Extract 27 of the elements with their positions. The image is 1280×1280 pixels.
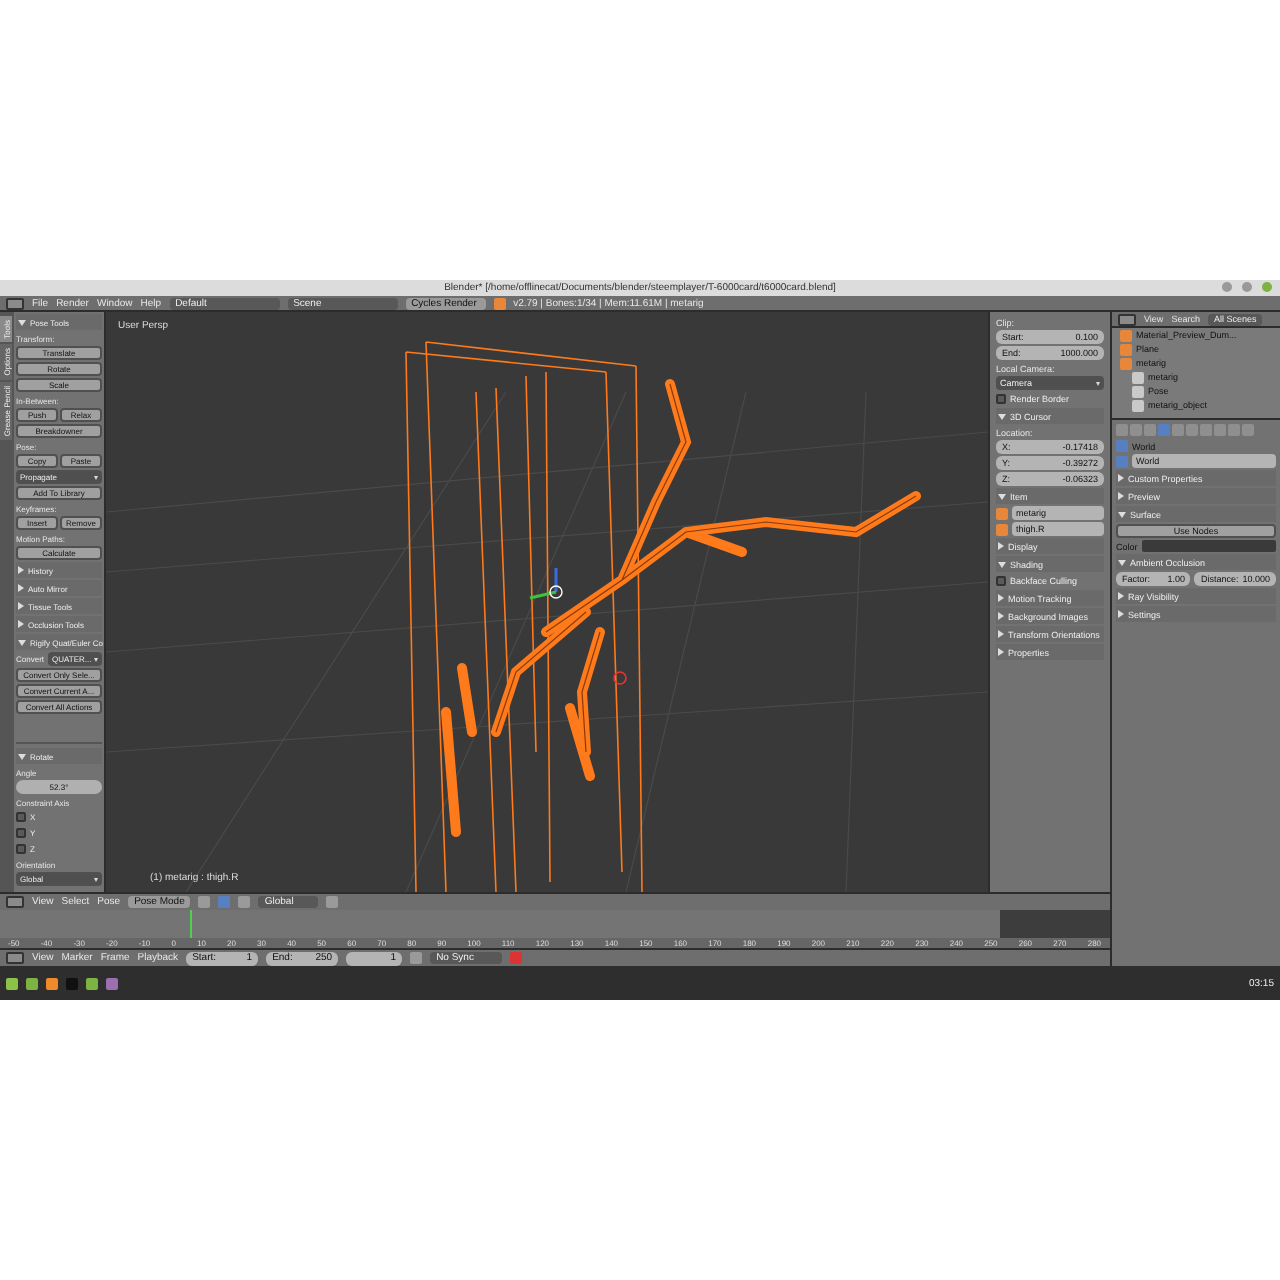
properties-tab-icon[interactable] (1130, 424, 1142, 436)
checkbox[interactable] (16, 812, 26, 822)
properties-tab-icon[interactable] (1186, 424, 1198, 436)
current-frame-line (190, 910, 192, 938)
checkbox[interactable] (16, 828, 26, 838)
color-swatch[interactable] (1141, 540, 1276, 552)
properties-tab-icon[interactable] (1228, 424, 1240, 436)
3d-cursor-icon (613, 671, 627, 685)
minimize-icon[interactable] (1222, 282, 1232, 292)
editor-type-icon[interactable] (6, 896, 24, 908)
properties-tab-icon[interactable] (1116, 424, 1128, 436)
properties-tab-icon[interactable] (1214, 424, 1226, 436)
maximize-icon[interactable] (1242, 282, 1252, 292)
checkbox[interactable] (16, 844, 26, 854)
checkbox[interactable] (996, 394, 1006, 404)
properties-tab-icon[interactable] (1172, 424, 1184, 436)
out-of-range-area (1000, 910, 1110, 938)
transform-gizmo-icon (529, 568, 563, 600)
editor-type-icon[interactable] (6, 952, 24, 964)
properties-tab-icon[interactable] (1242, 424, 1254, 436)
checkbox[interactable] (996, 576, 1006, 586)
editor-type-icon[interactable] (1118, 313, 1136, 325)
close-icon[interactable] (1262, 282, 1272, 292)
editor-type-icon[interactable] (6, 297, 24, 309)
properties-tab-icon[interactable] (1158, 424, 1170, 436)
properties-tab-icon[interactable] (1144, 424, 1156, 436)
properties-tab-icon[interactable] (1200, 424, 1212, 436)
